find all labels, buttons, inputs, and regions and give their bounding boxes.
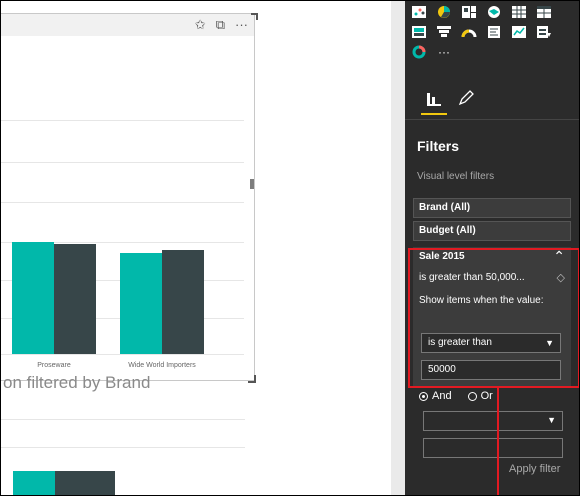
radio-selected-icon	[419, 391, 428, 401]
visual2-bar[interactable]	[13, 471, 55, 495]
format-tab-icon[interactable]	[457, 89, 475, 112]
visual2-title: on filtered by Brand	[3, 373, 151, 392]
kpi-icon[interactable]	[511, 25, 527, 39]
focus-mode-icon[interactable]: ⧉	[216, 17, 225, 33]
filter-card-brand[interactable]: Brand (All)	[413, 198, 571, 218]
clustered-column-chart-visual[interactable]: ✩ ⧉ ··· Proseware Wide World Importers	[1, 13, 255, 381]
chart-bar[interactable]	[162, 250, 204, 354]
gauge-icon[interactable]	[461, 25, 477, 39]
visual2-gridline	[1, 447, 245, 448]
chart-gridline	[1, 162, 244, 163]
canvas-margin	[391, 1, 405, 495]
active-tab-indicator	[421, 113, 447, 115]
more-options-icon[interactable]: ···	[235, 17, 248, 33]
visualization-icon-grid: ···	[411, 5, 560, 65]
multi-row-card-icon[interactable]	[486, 25, 502, 39]
filter-card-budget[interactable]: Budget (All)	[413, 221, 571, 241]
donut-chart-icon[interactable]	[411, 45, 427, 59]
pie-chart-icon[interactable]	[436, 5, 452, 19]
fields-tab-icon[interactable]	[425, 89, 443, 112]
highlight-annotation-pointer	[497, 387, 499, 495]
pin-icon[interactable]: ✩	[195, 17, 206, 33]
and-or-radio-group: And Or	[419, 390, 493, 402]
apply-filter-button[interactable]: Apply filter	[509, 463, 560, 475]
highlight-annotation-box	[408, 248, 579, 388]
visual2-gridline	[1, 419, 245, 420]
and-label: And	[432, 390, 452, 402]
radio-unselected-icon	[467, 391, 477, 401]
chart-plot-area: Proseware Wide World Importers	[1, 36, 250, 380]
chart-category-label: Wide World Importers	[128, 362, 196, 369]
table-icon[interactable]	[511, 5, 527, 19]
filters-heading: Filters	[417, 138, 460, 154]
treemap-icon[interactable]	[461, 5, 477, 19]
or-label: Or	[480, 390, 493, 402]
chart-category-label: Proseware	[37, 362, 71, 369]
visual2-bar[interactable]	[55, 471, 115, 495]
matrix-icon[interactable]	[536, 5, 552, 19]
report-canvas: ✩ ⧉ ··· Proseware Wide World Importers on…	[1, 1, 391, 495]
chart-gridline	[1, 120, 244, 121]
card-icon[interactable]	[411, 25, 427, 39]
chart-gridline	[1, 354, 244, 355]
more-visuals-icon[interactable]: ···	[436, 45, 452, 59]
pane-separator	[405, 119, 579, 120]
chart-bar[interactable]	[12, 242, 54, 354]
visual-level-filters-label: Visual level filters	[417, 171, 495, 182]
map-icon[interactable]	[486, 5, 502, 19]
resize-corner-bottom-right[interactable]	[248, 375, 256, 383]
second-operator-dropdown[interactable]: ▼	[423, 411, 563, 431]
resize-handle-right[interactable]	[250, 179, 254, 189]
or-radio[interactable]: Or	[467, 390, 493, 402]
scatter-chart-icon[interactable]	[411, 5, 427, 19]
dropdown-arrow-icon: ▼	[547, 415, 556, 425]
chart-bar[interactable]	[120, 253, 162, 354]
second-value-input[interactable]	[423, 438, 563, 458]
screenshot-frame: ✩ ⧉ ··· Proseware Wide World Importers on…	[0, 0, 580, 496]
resize-corner-top-right[interactable]	[251, 13, 258, 20]
and-radio[interactable]: And	[419, 390, 452, 402]
visual-header: ✩ ⧉ ···	[1, 14, 254, 36]
pane-tabs	[405, 83, 579, 119]
chart-bar[interactable]	[54, 244, 96, 354]
chart-gridline	[1, 202, 244, 203]
funnel-icon[interactable]	[436, 25, 452, 39]
slicer-icon[interactable]	[536, 25, 552, 39]
